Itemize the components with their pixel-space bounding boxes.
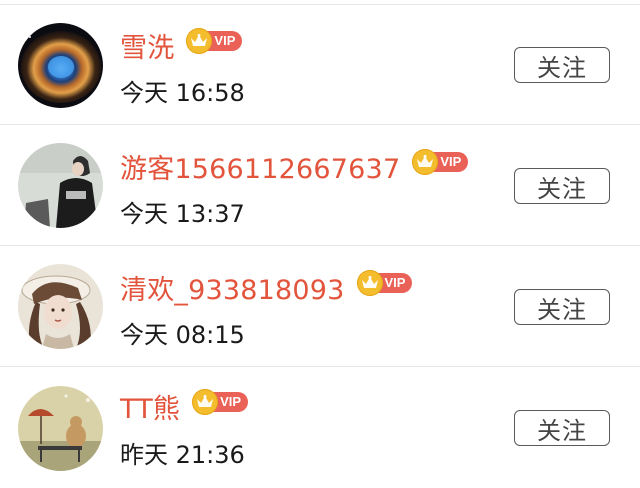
follow-button[interactable]: 关注 bbox=[514, 289, 610, 325]
vip-badge: VIP bbox=[356, 270, 413, 296]
avatar[interactable] bbox=[18, 264, 103, 349]
post-time: 今天 16:58 bbox=[120, 79, 245, 107]
user-name[interactable]: 游客1566112667637 bbox=[120, 147, 400, 186]
nebula-image bbox=[18, 23, 103, 108]
row-divider bbox=[0, 124, 640, 125]
vip-badge: VIP bbox=[412, 149, 469, 175]
avatar[interactable] bbox=[18, 23, 103, 108]
user-row[interactable]: 游客1566112667637 VIP 今天 13:37 关注 bbox=[0, 126, 640, 246]
user-row[interactable]: TT熊 VIP 昨天 21:36 关注 bbox=[0, 368, 640, 488]
avatar[interactable] bbox=[18, 386, 103, 471]
avatar[interactable] bbox=[18, 143, 103, 228]
post-time: 今天 08:15 bbox=[120, 321, 245, 349]
post-time: 昨天 21:36 bbox=[120, 441, 245, 469]
user-name[interactable]: 清欢_933818093 bbox=[120, 268, 345, 307]
crown-icon bbox=[192, 389, 219, 415]
follow-button[interactable]: 关注 bbox=[514, 47, 610, 83]
photo-image bbox=[18, 143, 103, 228]
row-divider bbox=[0, 366, 640, 367]
painting-image bbox=[18, 386, 103, 471]
row-divider bbox=[0, 245, 640, 246]
crown-icon bbox=[356, 270, 383, 296]
user-name[interactable]: 雪洗 bbox=[120, 26, 174, 65]
user-row[interactable]: 雪洗 VIP 今天 16:58 关注 bbox=[0, 5, 640, 125]
follow-button[interactable]: 关注 bbox=[514, 168, 610, 204]
user-row[interactable]: 清欢_933818093 VIP 今天 08:15 关注 bbox=[0, 247, 640, 367]
vip-badge: VIP bbox=[186, 28, 243, 54]
follow-button[interactable]: 关注 bbox=[514, 410, 610, 446]
post-time: 今天 13:37 bbox=[120, 200, 245, 228]
vip-badge: VIP bbox=[192, 389, 249, 415]
illustration-image bbox=[18, 264, 103, 349]
user-name[interactable]: TT熊 bbox=[120, 387, 180, 426]
